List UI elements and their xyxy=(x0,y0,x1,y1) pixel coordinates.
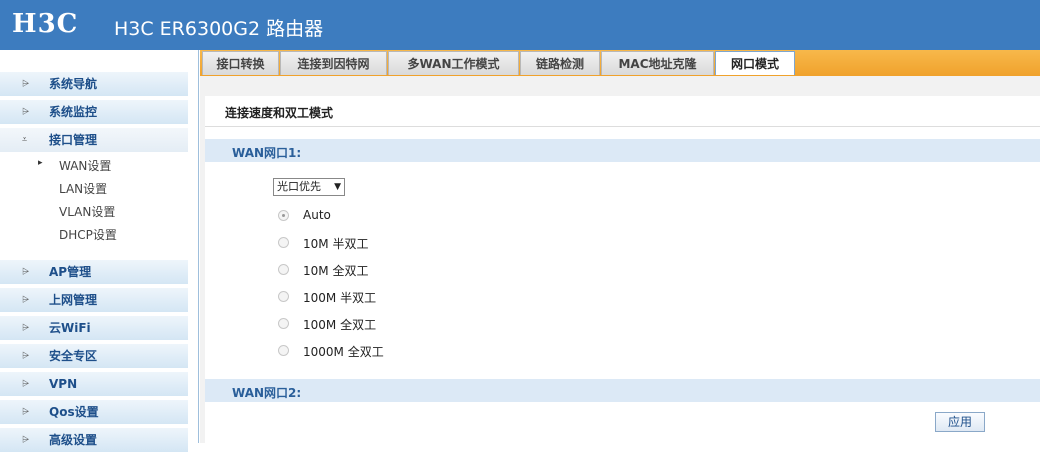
sidebar-item-system-monitor[interactable]: ⩥ 系统监控 xyxy=(0,100,188,124)
sidebar-item-label: 高级设置 xyxy=(49,433,98,447)
radio-button[interactable] xyxy=(278,237,289,248)
wan2-section-header: WAN网口2: xyxy=(205,379,1040,402)
expand-arrow-icon: ⩥ xyxy=(22,323,30,333)
radio-button[interactable] xyxy=(278,345,289,356)
radio-label: 100M 全双工 xyxy=(303,318,377,332)
tab-interface-switch[interactable]: 接口转换 xyxy=(202,51,279,75)
sidebar-item-security[interactable]: ⩥ 安全专区 xyxy=(0,344,188,368)
settings-panel: 连接速度和双工模式 WAN网口1: 光口优先 ▼ Auto 10M 半双工 10… xyxy=(205,96,1040,443)
expand-arrow-icon: ⩥ xyxy=(22,435,30,445)
radio-label: 10M 半双工 xyxy=(303,237,369,251)
sidebar-item-advanced[interactable]: ⩥ 高级设置 xyxy=(0,428,188,452)
radio-label: 100M 半双工 xyxy=(303,291,377,305)
sidebar-item-label: 安全专区 xyxy=(49,349,98,363)
radio-label: 1000M 全双工 xyxy=(303,345,384,359)
radio-button[interactable] xyxy=(278,291,289,302)
h3c-logo: H3C xyxy=(12,9,79,39)
main-content: 连接速度和双工模式 WAN网口1: 光口优先 ▼ Auto 10M 半双工 10… xyxy=(200,76,1040,443)
tab-mac-clone[interactable]: MAC地址克隆 xyxy=(601,51,714,75)
panel-header: 连接速度和双工模式 xyxy=(205,96,1040,127)
sidebar-item-label: 上网管理 xyxy=(49,293,98,307)
radio-button[interactable] xyxy=(278,318,289,329)
expand-arrow-icon: ⩥ xyxy=(22,407,30,417)
radio-button[interactable] xyxy=(278,264,289,275)
sidebar-sub-wan[interactable]: WAN设置 xyxy=(59,156,111,176)
tab-multi-wan[interactable]: 多WAN工作模式 xyxy=(388,51,519,75)
sidebar-item-label: 系统导航 xyxy=(49,77,98,91)
sidebar-item-internet-mgmt[interactable]: ⩥ 上网管理 xyxy=(0,288,188,312)
sidebar-sub-lan[interactable]: LAN设置 xyxy=(59,179,107,199)
panel-title: 连接速度和双工模式 xyxy=(225,106,334,120)
collapse-arrow-icon: ⩡ xyxy=(22,135,28,145)
sidebar-item-label: Qos设置 xyxy=(49,405,99,419)
radio-button[interactable] xyxy=(278,210,289,221)
sidebar-sub-dhcp[interactable]: DHCP设置 xyxy=(59,225,117,245)
sidebar-sub-vlan[interactable]: VLAN设置 xyxy=(59,202,115,222)
apply-button[interactable]: 应用 xyxy=(935,412,985,432)
sidebar-item-qos[interactable]: ⩥ Qos设置 xyxy=(0,400,188,424)
page-title: H3C ER6300G2 路由器 xyxy=(114,18,324,40)
sidebar-item-interface-mgmt[interactable]: ⩡ 接口管理 xyxy=(0,128,188,152)
tab-bar: 接口转换 连接到因特网 多WAN工作模式 链路检测 MAC地址克隆 网口模式 xyxy=(200,50,1040,76)
radio-label: 10M 全双工 xyxy=(303,264,369,278)
app-header: H3C H3C ER6300G2 路由器 xyxy=(0,0,1040,50)
tab-port-mode[interactable]: 网口模式 xyxy=(715,51,795,75)
tab-connect-internet[interactable]: 连接到因特网 xyxy=(280,51,387,75)
expand-arrow-icon: ⩥ xyxy=(22,107,30,117)
dropdown-caret-icon: ▼ xyxy=(334,182,341,192)
select-value: 光口优先 xyxy=(277,180,321,193)
sidebar-item-ap-mgmt[interactable]: ⩥ AP管理 xyxy=(0,260,188,284)
sidebar-item-vpn[interactable]: ⩥ VPN xyxy=(0,372,188,396)
sidebar-item-label: 云WiFi xyxy=(49,321,91,335)
sidebar: ⩥ 系统导航 ⩥ 系统监控 ⩡ 接口管理 ▸ WAN设置 LAN设置 VLAN设… xyxy=(0,50,199,452)
sidebar-item-label: 接口管理 xyxy=(49,133,98,147)
expand-arrow-icon: ⩥ xyxy=(22,379,30,389)
wan1-label: WAN网口1: xyxy=(232,146,302,160)
sidebar-item-system-nav[interactable]: ⩥ 系统导航 xyxy=(0,72,188,96)
expand-arrow-icon: ⩥ xyxy=(22,351,30,361)
wan1-section-header: WAN网口1: xyxy=(205,139,1040,162)
expand-arrow-icon: ⩥ xyxy=(22,295,30,305)
wan2-label: WAN网口2: xyxy=(232,386,302,400)
sidebar-item-cloud-wifi[interactable]: ⩥ 云WiFi xyxy=(0,316,188,340)
sidebar-item-label: AP管理 xyxy=(49,265,92,279)
tab-link-detect[interactable]: 链路检测 xyxy=(520,51,600,75)
expand-arrow-icon: ⩥ xyxy=(22,79,30,89)
port-priority-select[interactable]: 光口优先 ▼ xyxy=(273,178,345,196)
sidebar-item-label: VPN xyxy=(49,377,78,391)
sidebar-item-label: 系统监控 xyxy=(49,105,98,119)
expand-arrow-icon: ⩥ xyxy=(22,267,30,277)
selected-arrow-icon: ▸ xyxy=(38,158,43,168)
radio-label: Auto xyxy=(303,208,331,222)
